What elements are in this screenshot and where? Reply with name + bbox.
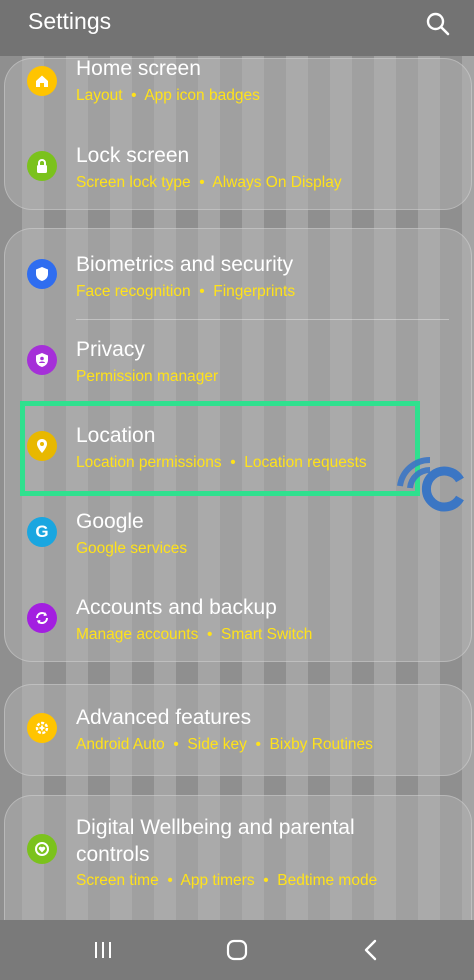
settings-item-subtitle: Permission manager <box>76 368 219 385</box>
settings-item-advanced-features[interactable]: Advanced features Android Auto • Side ke… <box>5 685 471 765</box>
settings-item-subtitle: Layout • App icon badges <box>76 87 260 104</box>
back-icon[interactable] <box>356 936 386 964</box>
settings-item-label: Privacy <box>76 338 145 361</box>
settings-item-lock-screen[interactable]: Lock screen Screen lock type • Always On… <box>5 139 471 219</box>
settings-item-label: Google <box>76 510 144 533</box>
navigation-bar <box>0 920 474 980</box>
home-button-icon[interactable] <box>222 936 252 964</box>
settings-item-subtitle: Screen lock type • Always On Display <box>76 174 342 191</box>
settings-item-label: Digital Wellbeing and parental controls <box>76 816 355 866</box>
divider <box>76 319 449 320</box>
watermark-logo <box>390 450 470 530</box>
settings-item-accounts-backup[interactable]: Accounts and backup Manage accounts • Sm… <box>5 579 471 659</box>
privacy-icon <box>27 345 57 375</box>
settings-item-subtitle: Screen time • App timers • Bedtime mode <box>76 872 378 889</box>
settings-item-label: Accounts and backup <box>76 596 277 619</box>
settings-item-privacy[interactable]: Privacy Permission manager <box>5 321 471 401</box>
recent-apps-icon[interactable] <box>88 938 118 962</box>
settings-item-biometrics[interactable]: Biometrics and security Face recognition… <box>5 229 471 309</box>
settings-item-subtitle: Face recognition • Fingerprints <box>76 283 296 300</box>
settings-item-home-screen[interactable]: Home screen Layout • App icon badges <box>5 57 471 139</box>
shield-icon <box>27 259 57 289</box>
lock-icon <box>27 151 57 181</box>
location-highlight-box <box>20 401 420 496</box>
settings-card-display: Home screen Layout • App icon badges Loc… <box>4 57 472 210</box>
settings-item-label: Biometrics and security <box>76 253 294 276</box>
settings-card-advanced: Advanced features Android Auto • Side ke… <box>4 684 472 776</box>
wellbeing-icon <box>27 834 57 864</box>
app-header: Settings <box>0 0 474 56</box>
gear-plus-icon <box>27 713 57 743</box>
settings-item-digital-wellbeing[interactable]: Digital Wellbeing and parental controls … <box>5 796 471 906</box>
search-icon[interactable] <box>424 10 452 38</box>
settings-item-label: Advanced features <box>76 706 252 729</box>
home-icon <box>27 66 57 96</box>
settings-item-subtitle: Google services <box>76 540 188 557</box>
sync-icon <box>27 603 57 633</box>
settings-item-subtitle: Android Auto • Side key • Bixby Routines <box>76 736 373 753</box>
google-icon: G <box>27 517 57 547</box>
settings-item-label: Lock screen <box>76 144 190 167</box>
page-title: Settings <box>28 8 112 34</box>
settings-item-subtitle: Manage accounts • Smart Switch <box>76 626 313 643</box>
settings-item-label: Home screen <box>76 57 201 80</box>
